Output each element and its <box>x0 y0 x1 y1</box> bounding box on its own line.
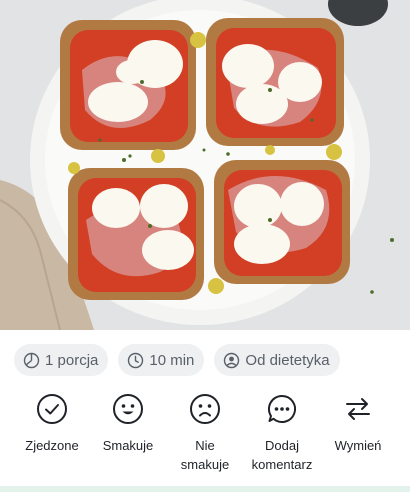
swap-meal-button-label: Wymień <box>334 438 382 453</box>
source-chip-label: Od dietetyka <box>245 351 330 369</box>
bottom-accent-strip <box>0 486 410 492</box>
smile-icon <box>111 392 145 426</box>
time-chip-label: 10 min <box>149 351 195 369</box>
like-button[interactable]: Smakuje <box>88 392 168 455</box>
dislike-button[interactable]: Nie smakuje <box>165 392 245 474</box>
meal-actions: Zjedzone Smakuje Nie smakuje Dodaj komen… <box>0 392 410 484</box>
recipe-meta-chips: 1 porcja 10 min Od dietetyka <box>14 344 340 376</box>
frown-icon <box>188 392 222 426</box>
add-comment-button-label: Dodaj komentarz <box>251 438 313 472</box>
pie-portion-icon <box>23 352 40 369</box>
source-chip: Od dietetyka <box>214 344 340 376</box>
swap-arrows-icon <box>341 392 375 426</box>
eaten-button[interactable]: Zjedzone <box>12 392 92 455</box>
comment-icon <box>265 392 299 426</box>
add-comment-button[interactable]: Dodaj komentarz <box>242 392 322 474</box>
portion-chip: 1 porcja <box>14 344 109 376</box>
user-circle-icon <box>223 352 240 369</box>
clock-icon <box>127 352 144 369</box>
portion-chip-label: 1 porcja <box>45 351 99 369</box>
dislike-button-label: Nie smakuje <box>180 438 230 472</box>
check-circle-icon <box>35 392 69 426</box>
time-chip: 10 min <box>118 344 205 376</box>
swap-meal-button[interactable]: Wymień <box>318 392 398 455</box>
like-button-label: Smakuje <box>102 438 154 453</box>
bruschetta-photo <box>0 0 410 330</box>
recipe-info-panel: 1 porcja 10 min Od dietetyka Zjedzone Sm… <box>0 330 410 492</box>
eaten-button-label: Zjedzone <box>25 438 79 453</box>
